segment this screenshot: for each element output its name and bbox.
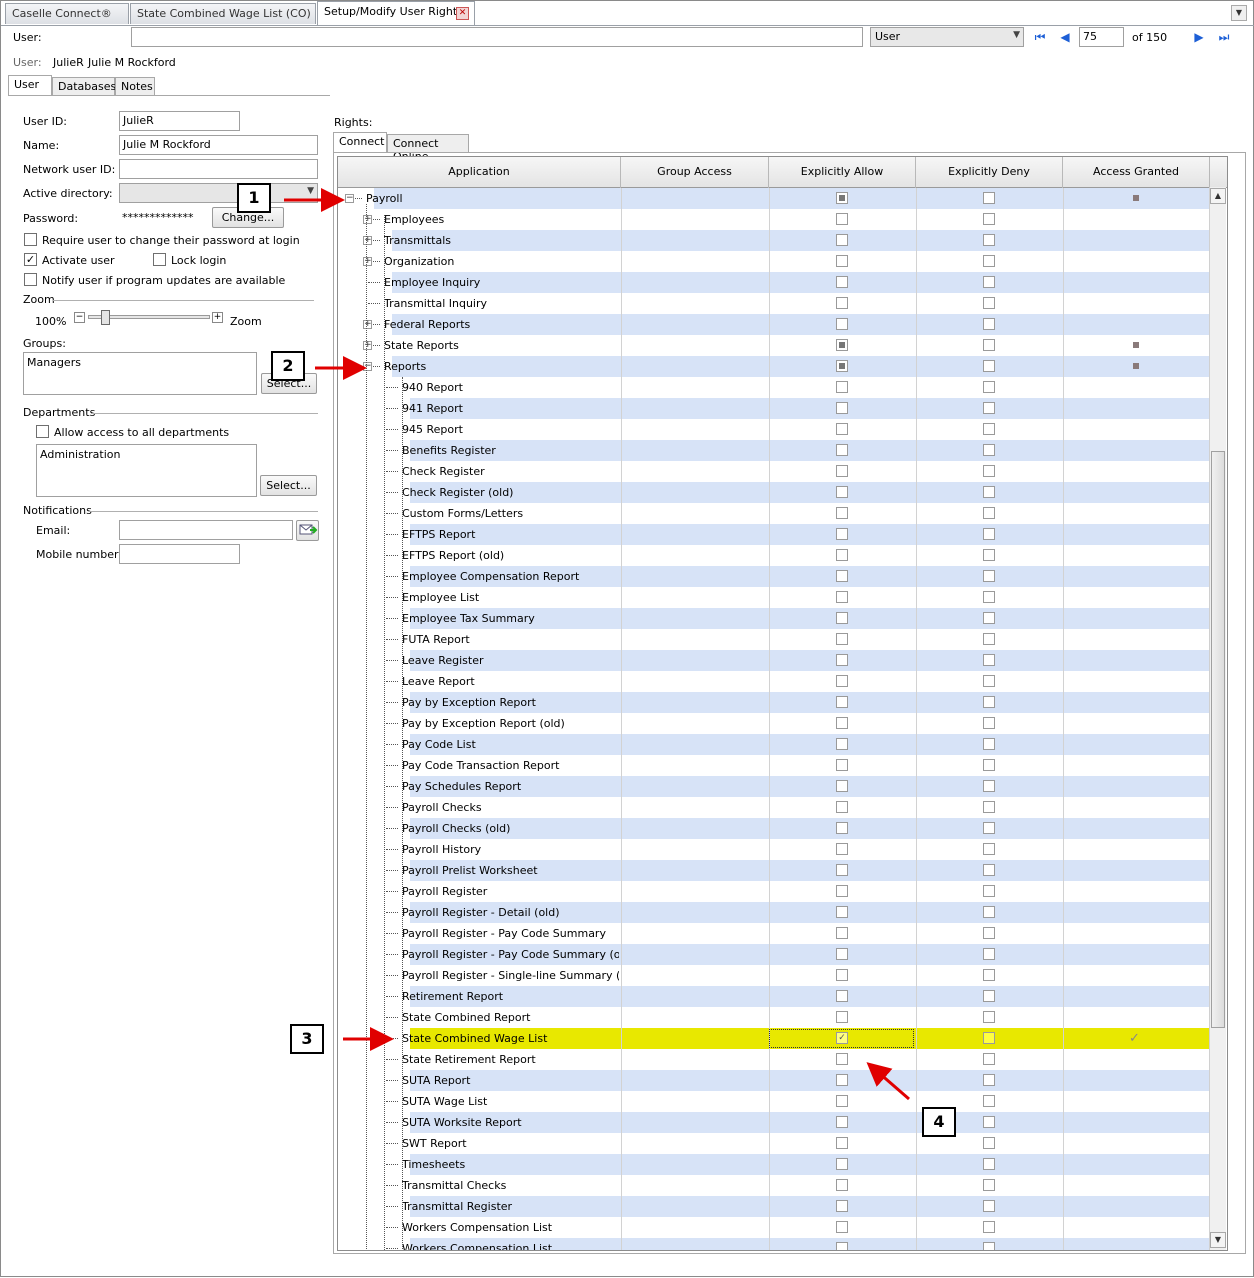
arrow-4 [866,1062,910,1101]
annotation-arrows [284,188,910,1101]
window: Caselle Connect® State Combined Wage Lis… [0,0,1254,1277]
